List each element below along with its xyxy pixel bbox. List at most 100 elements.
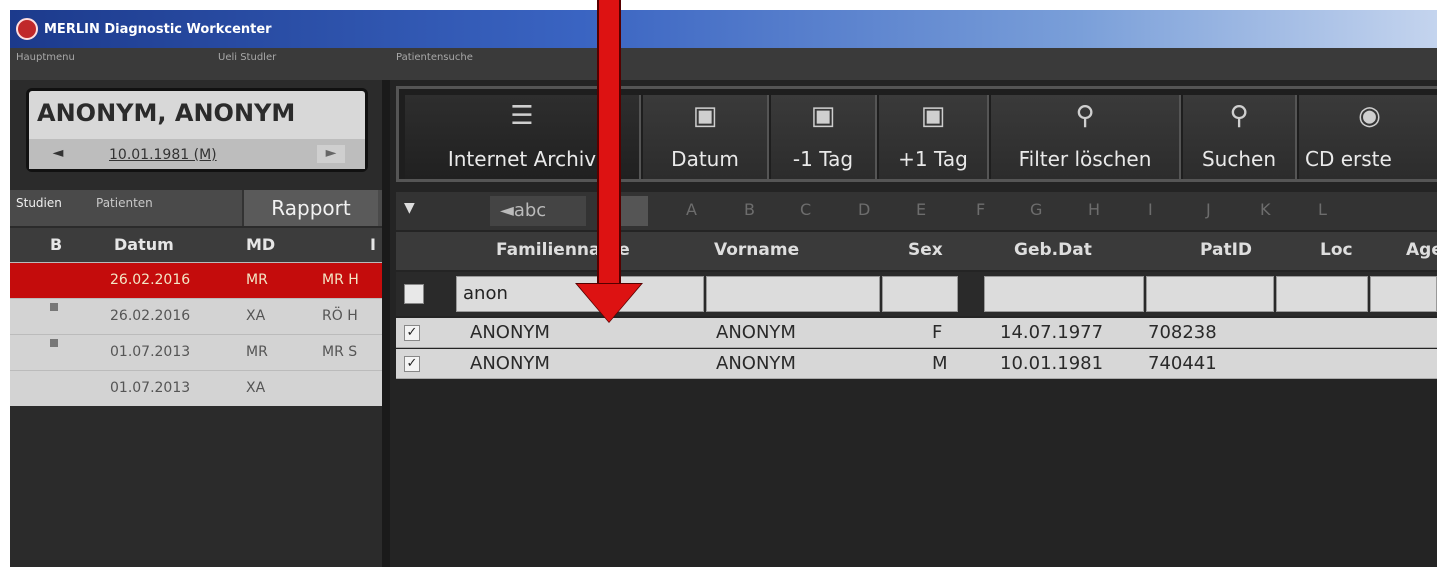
patid-filter-input[interactable] — [1146, 276, 1274, 312]
patient-dob: 10.01.1981 (M) — [109, 147, 217, 163]
cd-erstellen-label: CD erste — [1305, 147, 1392, 171]
study-md: XA — [246, 308, 266, 324]
study-row[interactable]: 01.07.2013 XA — [10, 370, 382, 406]
study-md: XA — [246, 380, 266, 396]
letter-d[interactable]: D — [858, 200, 870, 219]
cell-familienname: ANONYM — [470, 322, 550, 343]
study-row[interactable]: 01.07.2013 MR MR S — [10, 334, 382, 370]
next-patient-icon[interactable]: ► — [317, 145, 345, 163]
left-tabs: Studien Patienten Rapport — [10, 190, 382, 226]
chevron-down-icon[interactable]: ▼ — [404, 200, 415, 216]
col-md[interactable]: MD — [246, 235, 275, 254]
menu-user[interactable]: Ueli Studler — [218, 52, 276, 63]
col-vorname[interactable]: Vorname — [714, 240, 799, 260]
cell-vorname: ANONYM — [716, 322, 796, 343]
col-b[interactable]: B — [50, 235, 62, 254]
col-patid[interactable]: PatID — [1200, 240, 1252, 260]
loc-filter-input[interactable] — [1276, 276, 1368, 312]
cell-sex: M — [932, 353, 948, 374]
left-panel: ANONYM, ANONYM ◄ 10.01.1981 (M) ► Studie… — [10, 80, 382, 567]
letter-i[interactable]: I — [1148, 200, 1153, 219]
patient-card: ANONYM, ANONYM ◄ 10.01.1981 (M) ► — [26, 88, 368, 172]
study-desc: MR H — [322, 272, 359, 288]
col-age[interactable]: Age — [1406, 240, 1437, 260]
abc-filter-button[interactable]: ◄abc — [490, 196, 586, 226]
minus-1-tag-button[interactable]: ▣ -1 Tag — [771, 95, 877, 179]
datum-button[interactable]: ▣ Datum — [643, 95, 769, 179]
cell-patid: 740441 — [1148, 353, 1217, 374]
tab-patienten[interactable]: Patienten — [96, 196, 153, 210]
tab-rapport[interactable]: Rapport — [242, 190, 378, 226]
app-window: MERLIN Diagnostic Workcenter Hauptmenu U… — [10, 10, 1437, 567]
letter-l[interactable]: L — [1318, 200, 1327, 219]
row-checkbox[interactable]: ✓ — [404, 356, 420, 372]
menu-patientensuche[interactable]: Patientensuche — [396, 52, 473, 63]
previous-patient-icon[interactable]: ◄ — [47, 145, 69, 163]
calendar-icon: ▣ — [692, 101, 718, 131]
menu-strip: Hauptmenu Ueli Studler Patientensuche — [10, 48, 1437, 80]
datum-label: Datum — [671, 147, 739, 171]
minus-1-tag-label: -1 Tag — [792, 147, 854, 171]
panel-divider[interactable] — [382, 80, 390, 567]
server-icon: ☰ — [510, 101, 534, 131]
letter-e[interactable]: E — [916, 200, 926, 219]
letter-c[interactable]: C — [800, 200, 811, 219]
letter-f[interactable]: F — [976, 200, 985, 219]
col-loc[interactable]: Loc — [1320, 240, 1353, 260]
filter-clear-icon: ⚲ — [1075, 101, 1095, 131]
letter-b[interactable]: B — [744, 200, 755, 219]
letter-g[interactable]: G — [1030, 200, 1042, 219]
tab-studien[interactable]: Studien — [16, 196, 62, 210]
study-datum: 01.07.2013 — [110, 380, 191, 396]
filter-loeschen-label: Filter löschen — [1018, 147, 1152, 171]
alphabet-filter-row: ▼ ◄abc A B C D E F G H I J K L — [396, 192, 1437, 230]
age-filter-input[interactable] — [1370, 276, 1437, 312]
plus-1-tag-label: +1 Tag — [898, 147, 968, 171]
patient-name: ANONYM, ANONYM — [37, 99, 296, 127]
cd-icon: ◉ — [1358, 101, 1381, 131]
study-row[interactable]: 26.02.2016 MR MR H — [10, 262, 382, 298]
study-md: MR — [246, 272, 268, 288]
window-title: MERLIN Diagnostic Workcenter — [44, 21, 272, 37]
letter-a[interactable]: A — [686, 200, 697, 219]
suchen-button[interactable]: ⚲ Suchen — [1183, 95, 1297, 179]
col-i[interactable]: I — [370, 235, 376, 254]
menu-hauptmenu[interactable]: Hauptmenu — [16, 52, 75, 63]
row-checkbox[interactable]: ✓ — [404, 325, 420, 341]
calendar-minus-icon: ▣ — [810, 101, 836, 131]
annotation-arrow-shaft — [597, 0, 621, 286]
gebdat-filter-input[interactable] — [984, 276, 1144, 312]
study-status-icon — [50, 303, 58, 311]
table-row[interactable]: ✓ ANONYM ANONYM M 10.01.1981 740441 — [396, 349, 1437, 379]
title-bar: MERLIN Diagnostic Workcenter — [10, 10, 1437, 48]
col-gebdat[interactable]: Geb.Dat — [1014, 240, 1092, 260]
select-all-checkbox[interactable] — [404, 284, 424, 304]
study-desc: RÖ H — [322, 308, 358, 324]
cell-gebdat: 10.01.1981 — [1000, 353, 1104, 374]
cell-gebdat: 14.07.1977 — [1000, 322, 1104, 343]
sex-filter-input[interactable] — [882, 276, 958, 312]
cell-familienname: ANONYM — [470, 353, 550, 374]
annotation-arrow-head — [577, 284, 641, 322]
right-panel: ☰ Internet Archiv ▣ Datum ▣ -1 Tag ▣ +1 … — [390, 80, 1437, 567]
studies-header: B Datum MD I — [10, 228, 382, 262]
cd-erstellen-button[interactable]: ◉ CD erste — [1299, 95, 1437, 179]
table-row[interactable]: ✓ ANONYM ANONYM F 14.07.1977 708238 — [396, 318, 1437, 348]
col-sex[interactable]: Sex — [908, 240, 943, 260]
suchen-label: Suchen — [1201, 147, 1277, 171]
cell-patid: 708238 — [1148, 322, 1217, 343]
letter-h[interactable]: H — [1088, 200, 1100, 219]
filter-loeschen-button[interactable]: ⚲ Filter löschen — [991, 95, 1181, 179]
letter-j[interactable]: J — [1206, 200, 1211, 219]
study-status-icon — [50, 339, 58, 347]
toolbar: ☰ Internet Archiv ▣ Datum ▣ -1 Tag ▣ +1 … — [396, 86, 1437, 182]
search-icon: ⚲ — [1229, 101, 1249, 131]
vorname-filter-input[interactable] — [706, 276, 880, 312]
grid-header: Familienname Vorname Sex Geb.Dat PatID L… — [396, 232, 1437, 270]
cell-vorname: ANONYM — [716, 353, 796, 374]
col-datum[interactable]: Datum — [114, 235, 174, 254]
study-datum: 26.02.2016 — [110, 272, 191, 288]
plus-1-tag-button[interactable]: ▣ +1 Tag — [879, 95, 989, 179]
study-row[interactable]: 26.02.2016 XA RÖ H — [10, 298, 382, 334]
letter-k[interactable]: K — [1260, 200, 1271, 219]
